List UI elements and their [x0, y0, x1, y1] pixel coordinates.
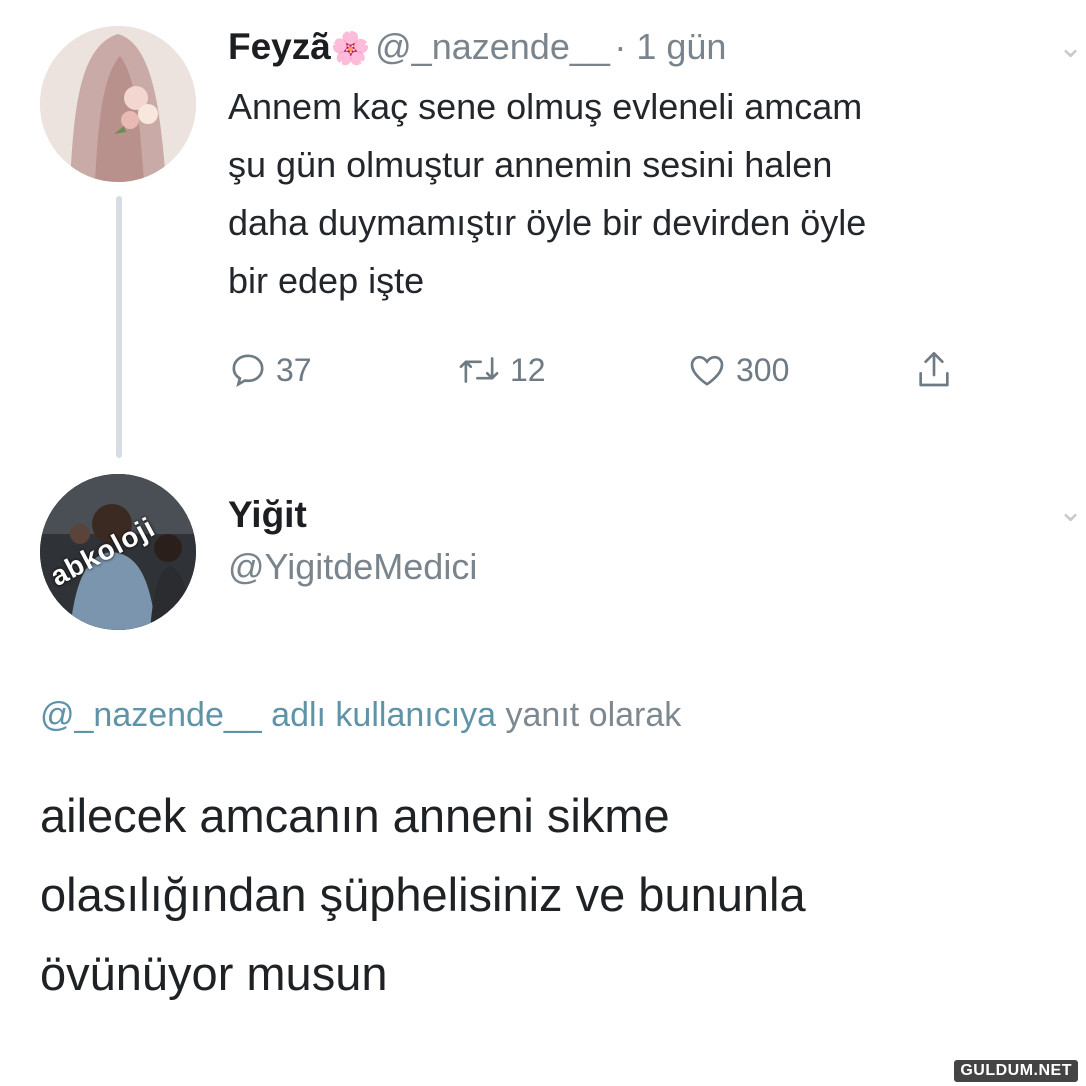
retweet-button[interactable]: 12	[456, 350, 546, 390]
tweet2-text: ailecek amcanın anneni sikme olasılığınd…	[40, 776, 1050, 1013]
share-button[interactable]	[914, 348, 954, 392]
tweet-line: olasılığından şüphelisiniz ve bununla	[40, 868, 806, 921]
tweet1-text: Annem kaç sene olmuş evleneli amcam şu g…	[228, 78, 1058, 310]
avatar-yigit[interactable]: abkoloji	[40, 474, 196, 630]
share-icon	[919, 352, 949, 387]
replying-to: @_nazende__ adlı kullanıcıya yanıt olara…	[40, 696, 681, 735]
tweet-line: bir edep işte	[228, 260, 425, 301]
reply-to-handle-link[interactable]: @_nazende__	[40, 696, 262, 734]
tweet-line: daha duymamıştır öyle bir devirden öyle	[228, 202, 867, 243]
author-handle[interactable]: @_nazende__	[375, 26, 610, 67]
reply-to-suffix: yanıt olarak	[505, 696, 682, 734]
tweet-time[interactable]: · 1 gün	[614, 26, 726, 67]
chevron-down-icon[interactable]: ⌄	[1058, 30, 1083, 65]
avatar-feyza[interactable]	[40, 26, 196, 182]
tweet2-header: Yiğit @YigitdeMedici	[228, 494, 477, 588]
thread-line	[116, 196, 122, 458]
author-handle[interactable]: @YigitdeMedici	[228, 546, 477, 588]
reply-button[interactable]: 37	[228, 350, 312, 390]
like-count: 300	[736, 351, 790, 388]
like-icon	[690, 355, 724, 386]
retweet-count: 12	[510, 351, 546, 388]
tweet-line: ailecek amcanın anneni sikme	[40, 789, 670, 842]
tweet-line: övünüyor musun	[40, 947, 388, 1000]
reply-to-middle[interactable]: adlı kullanıcıya	[271, 696, 496, 734]
reply-count: 37	[276, 351, 312, 388]
avatar-feyza-image	[40, 26, 196, 182]
reply-icon	[232, 354, 264, 388]
flower-emoji: 🌸	[330, 30, 371, 66]
tweet-line: Annem kaç sene olmuş evleneli amcam	[228, 86, 863, 127]
chevron-down-icon[interactable]: ⌄	[1058, 494, 1083, 529]
like-button[interactable]: 300	[686, 350, 789, 390]
tweet-line: şu gün olmuştur annemin sesini halen	[228, 144, 833, 185]
author-name[interactable]: Yiğit	[228, 494, 477, 536]
watermark: GULDUM.NET	[954, 1060, 1078, 1082]
tweet1-header: Feyzã🌸 @_nazende__ · 1 gün	[228, 26, 726, 68]
retweet-icon	[459, 357, 499, 383]
author-name[interactable]: Feyzã	[228, 26, 331, 67]
